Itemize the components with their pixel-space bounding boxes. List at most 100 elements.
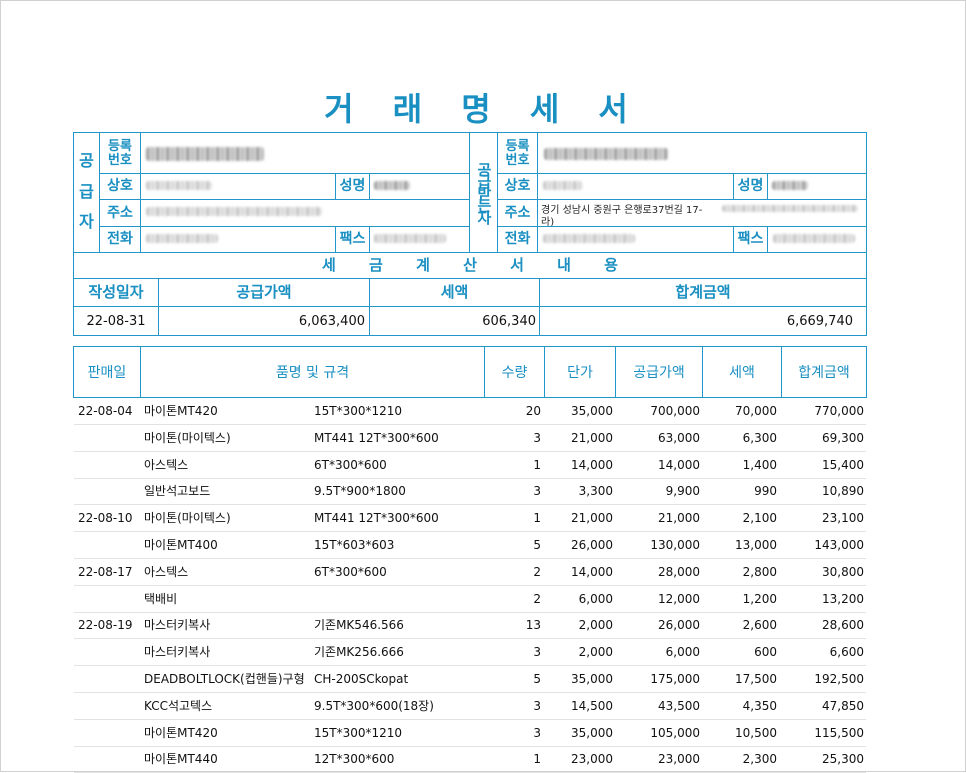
item-qty: 3 xyxy=(533,725,541,740)
item-price: 3,300 xyxy=(578,484,613,499)
supplier-reg-value xyxy=(146,147,264,161)
item-supply: 12,000 xyxy=(658,591,700,606)
item-total: 28,600 xyxy=(822,618,864,633)
item-name: KCC석고텍스 xyxy=(144,698,213,713)
item-price: 14,500 xyxy=(571,698,613,713)
table-row: 아스텍스 6T*300*600 1 14,000 14,000 1,400 15,400 xyxy=(74,452,866,479)
table-row: 마이톤MT400 15T*603*603 5 26,000 130,000 13,000 1… xyxy=(74,532,866,559)
supplier-name-value xyxy=(146,181,212,190)
item-tax: 17,500 xyxy=(735,672,777,686)
item-tax: 1,200 xyxy=(742,591,777,606)
item-date xyxy=(78,478,140,504)
table-row: 마이톤MT440 12T*300*600 1 23,000 23,000 2,300 25,… xyxy=(74,746,866,773)
item-price: 35,000 xyxy=(571,725,613,740)
item-total: 115,500 xyxy=(814,725,864,740)
item-total: 192,500 xyxy=(814,672,864,686)
item-spec: 9.5T*300*600(18장) xyxy=(314,698,434,713)
receiver-fax-value xyxy=(773,234,855,243)
item-qty: 3 xyxy=(533,645,541,660)
item-date xyxy=(78,639,140,665)
receiver-side-label: 공급받는자 xyxy=(474,162,493,222)
item-supply: 28,000 xyxy=(658,564,700,579)
item-name: DEADBOLTLOCK(컵핸들)구형 xyxy=(144,672,305,686)
item-spec: 기존MK256.666 xyxy=(314,645,404,660)
item-price: 6,000 xyxy=(578,591,613,606)
supplier-rep-value xyxy=(374,181,410,190)
item-supply: 105,000 xyxy=(650,725,700,740)
item-date xyxy=(78,693,140,719)
receiver-reg-label: 등록 번호 xyxy=(505,138,530,168)
item-total: 10,890 xyxy=(822,484,864,499)
supplier-addr-label: 주소 xyxy=(107,204,133,221)
item-date xyxy=(78,532,140,558)
tax-total-label: 합계금액 xyxy=(675,282,731,301)
supplier-tel-label: 전화 xyxy=(107,231,133,248)
item-total: 770,000 xyxy=(814,404,864,418)
item-name: 마이톤(마이텍스) xyxy=(144,430,231,445)
item-spec: 6T*300*600 xyxy=(314,457,387,472)
tax-tax-label: 세액 xyxy=(440,282,469,301)
tax-tax-value: 606,340 xyxy=(482,313,536,329)
item-total: 6,600 xyxy=(829,645,864,660)
item-name: 마이톤MT420 xyxy=(144,404,218,418)
item-supply: 130,000 xyxy=(650,538,700,552)
item-spec: MT441 12T*300*600 xyxy=(314,430,439,445)
item-price: 26,000 xyxy=(571,538,613,552)
item-name: 아스텍스 xyxy=(144,457,189,472)
item-spec: MT441 12T*300*600 xyxy=(314,511,439,526)
items-header-name: 품명 및 규격 xyxy=(275,365,350,381)
item-qty: 1 xyxy=(533,511,541,526)
item-price: 23,000 xyxy=(571,752,613,767)
items-header-price: 단가 xyxy=(567,365,593,381)
item-supply: 23,000 xyxy=(658,752,700,767)
item-qty: 1 xyxy=(533,752,541,767)
items-header-qty: 수량 xyxy=(501,365,528,381)
item-qty: 1 xyxy=(533,457,541,472)
item-name: 택배비 xyxy=(144,591,178,606)
item-total: 30,800 xyxy=(822,564,864,579)
table-row: 22-08-17 아스텍스 6T*300*600 2 14,000 28,000 2,800… xyxy=(74,559,866,586)
item-supply: 14,000 xyxy=(658,457,700,472)
tax-section-title: 세 금 계 산 서 내 용 xyxy=(322,255,618,274)
item-date xyxy=(78,452,140,478)
item-date xyxy=(78,666,140,692)
item-supply: 175,000 xyxy=(650,672,700,686)
receiver-tel-value xyxy=(543,234,635,243)
items-header-total: 합계금액 xyxy=(798,365,850,381)
table-row: 22-08-04 마이톤MT420 15T*300*1210 20 35,000 700,… xyxy=(74,398,866,425)
item-price: 21,000 xyxy=(571,430,613,445)
supplier-fax-label: 팩스 xyxy=(339,231,366,248)
items-header-supply: 공급가액 xyxy=(633,365,685,381)
item-price: 21,000 xyxy=(571,511,613,526)
receiver-fax-label: 팩스 xyxy=(737,231,764,248)
item-spec: 12T*300*600 xyxy=(314,752,395,767)
table-row: DEADBOLTLOCK(컵핸들)구형 CH-200SCkopat 5 35,000 1… xyxy=(74,666,866,693)
item-price: 2,000 xyxy=(578,645,613,660)
item-tax: 6,300 xyxy=(742,430,777,445)
item-date xyxy=(78,425,140,451)
item-qty: 5 xyxy=(533,538,541,552)
item-qty: 2 xyxy=(533,564,541,579)
item-total: 47,850 xyxy=(822,698,864,713)
item-supply: 63,000 xyxy=(658,430,700,445)
item-total: 15,400 xyxy=(822,457,864,472)
items-header-date: 판매일 xyxy=(87,365,127,381)
table-row: 마스터키복사 기존MK256.666 3 2,000 6,000 600 6,600 xyxy=(74,639,866,667)
receiver-rep-value xyxy=(772,181,808,190)
receiver-reg-value xyxy=(544,148,668,160)
item-spec: 15T*300*1210 xyxy=(314,725,403,740)
receiver-addr-value: 경기 성남시 중원구 은행로37번길 17- xyxy=(541,204,703,216)
item-supply: 43,500 xyxy=(658,698,700,713)
item-spec: CH-200SCkopat xyxy=(314,672,409,686)
tax-date-label: 작성일자 xyxy=(88,282,144,301)
supplier-tel-value xyxy=(146,234,218,243)
item-qty: 20 xyxy=(525,404,541,418)
item-qty: 3 xyxy=(533,430,541,445)
supplier-addr-value xyxy=(146,207,322,216)
item-name: 아스텍스 xyxy=(144,564,189,579)
supplier-fax-value xyxy=(374,234,446,243)
item-date: 22-08-17 xyxy=(78,564,133,579)
item-qty: 3 xyxy=(533,484,541,499)
item-name: 마이톤MT440 xyxy=(144,752,218,767)
supplier-rep-label: 성명 xyxy=(339,178,366,195)
